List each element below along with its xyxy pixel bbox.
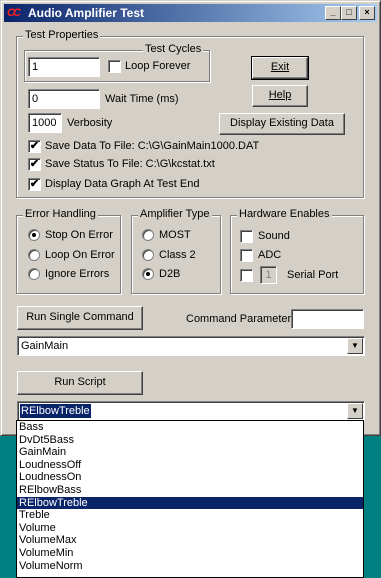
minimize-button[interactable]: _ <box>325 6 341 20</box>
adc-label: ADC <box>258 249 282 261</box>
script-dropdown-list[interactable]: Bass DvDt5Bass GainMain LoudnessOff Loud… <box>16 420 364 578</box>
amplifier-type-legend: Amplifier Type <box>138 208 212 220</box>
script-select[interactable]: RElbowTreble ▼ <box>17 401 365 421</box>
save-status-label: Save Status To File: C:\G\kcstat.txt <box>45 158 215 170</box>
most-radio[interactable] <box>142 229 154 241</box>
loop-forever-label: Loop Forever <box>125 60 191 72</box>
window-title: Audio Amplifier Test <box>28 6 145 20</box>
app-icon: CC <box>7 7 21 19</box>
d2b-radio[interactable] <box>142 268 154 280</box>
script-select-value: RElbowTreble <box>20 404 91 418</box>
command-select[interactable]: GainMain ▼ <box>17 336 365 356</box>
command-parameter-input[interactable] <box>291 309 364 329</box>
display-graph-checkbox[interactable]: ✔ <box>28 178 41 191</box>
class-2-label: Class 2 <box>159 249 196 261</box>
test-cycles-legend: Test Cycles <box>143 43 204 55</box>
maximize-button[interactable]: □ <box>341 6 357 20</box>
exit-button[interactable]: Exit <box>251 56 309 80</box>
display-graph-label: Display Data Graph At Test End <box>45 178 200 190</box>
stop-on-error-radio[interactable] <box>28 229 40 241</box>
stop-on-error-label: Stop On Error <box>45 229 113 241</box>
save-data-checkbox[interactable]: ✔ <box>28 140 41 153</box>
dropdown-option-relbowtreble[interactable]: RElbowTreble <box>17 496 363 510</box>
command-select-value: GainMain <box>21 340 69 352</box>
class-2-radio[interactable] <box>142 249 154 261</box>
d2b-label: D2B <box>159 268 181 280</box>
main-window: CC Audio Amplifier Test _ □ × Test Prope… <box>0 0 381 436</box>
verbosity-label: Verbosity <box>67 117 113 129</box>
dropdown-option-treble[interactable]: Treble <box>17 509 363 522</box>
save-data-label: Save Data To File: C:\G\GainMain1000.DAT <box>45 140 260 152</box>
run-script-button[interactable]: Run Script <box>17 371 143 395</box>
command-dropdown-arrow-icon[interactable]: ▼ <box>347 338 363 354</box>
dropdown-option-volumemin[interactable]: VolumeMin <box>17 547 363 560</box>
sound-checkbox[interactable] <box>240 230 253 243</box>
ignore-errors-radio[interactable] <box>28 268 40 280</box>
close-button[interactable]: × <box>359 6 375 20</box>
title-bar[interactable]: CC Audio Amplifier Test _ □ × <box>4 4 377 22</box>
script-dropdown-arrow-icon[interactable]: ▼ <box>347 403 363 419</box>
save-status-checkbox[interactable]: ✔ <box>28 158 41 171</box>
ignore-errors-label: Ignore Errors <box>45 268 110 280</box>
loop-on-error-label: Loop On Error <box>45 249 115 261</box>
dropdown-option-gainmain[interactable]: GainMain <box>17 446 363 459</box>
verbosity-input[interactable]: 1000 <box>28 113 62 133</box>
dropdown-option-dvdt5bass[interactable]: DvDt5Bass <box>17 434 363 447</box>
command-parameter-label: Command Parameter <box>186 313 292 325</box>
help-button-label: Help <box>268 89 292 101</box>
serial-port-label: Serial Port <box>287 269 339 281</box>
loop-forever-checkbox[interactable] <box>108 60 121 73</box>
serial-port-number-input[interactable]: 1 <box>260 266 277 284</box>
dropdown-option-loudnesson[interactable]: LoudnessOn <box>17 471 363 484</box>
wait-time-input[interactable]: 0 <box>28 89 100 109</box>
test-properties-legend: Test Properties <box>23 29 101 41</box>
serial-port-checkbox[interactable] <box>240 269 253 282</box>
display-existing-data-button[interactable]: Display Existing Data <box>219 113 345 135</box>
loop-on-error-radio[interactable] <box>28 249 40 261</box>
exit-button-label: Exit <box>270 61 290 73</box>
hardware-enables-legend: Hardware Enables <box>237 208 332 220</box>
run-single-command-button[interactable]: Run Single Command <box>17 306 143 330</box>
help-button[interactable]: Help <box>252 85 308 107</box>
dropdown-option-volumemax[interactable]: VolumeMax <box>17 534 363 547</box>
most-label: MOST <box>159 229 191 241</box>
adc-checkbox[interactable] <box>240 249 253 262</box>
dropdown-option-volumenorm[interactable]: VolumeNorm <box>17 560 363 573</box>
wait-time-label: Wait Time (ms) <box>105 93 179 105</box>
cycles-input[interactable]: 1 <box>28 57 100 77</box>
sound-label: Sound <box>258 230 290 242</box>
dropdown-option-loudnessoff[interactable]: LoudnessOff <box>17 459 363 472</box>
dropdown-option-volume[interactable]: Volume <box>17 522 363 535</box>
dropdown-option-bass[interactable]: Bass <box>17 421 363 434</box>
dropdown-option-relbowbass[interactable]: RElbowBass <box>17 484 363 497</box>
error-handling-legend: Error Handling <box>23 208 98 220</box>
